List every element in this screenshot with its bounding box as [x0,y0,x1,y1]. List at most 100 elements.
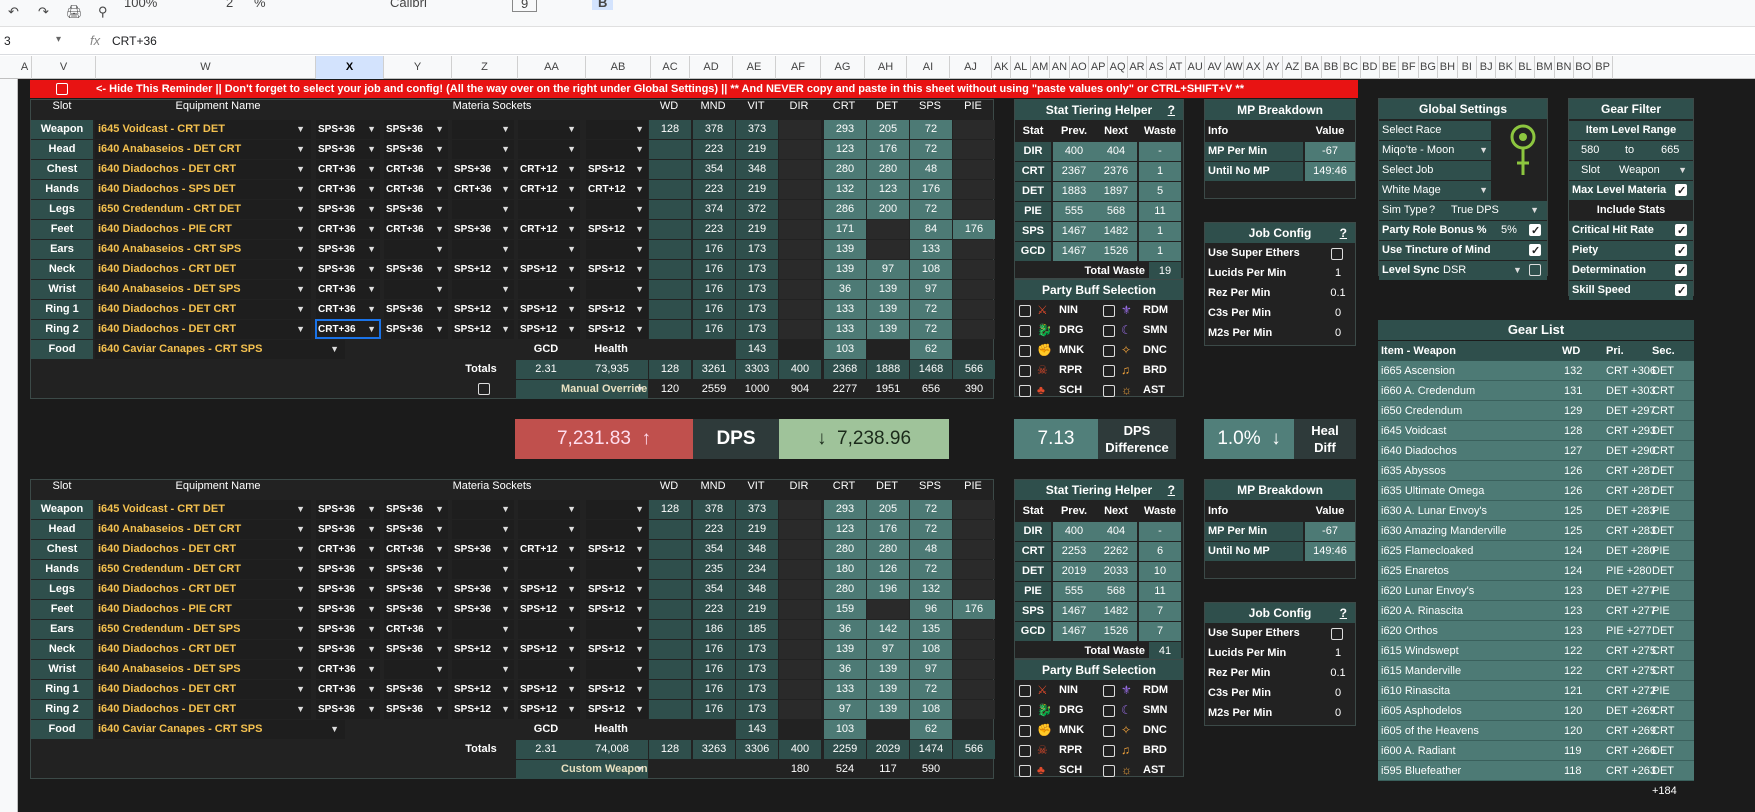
materia-select[interactable]: SPS+36 ▼ [316,120,380,139]
equipment-select[interactable]: i645 Voidcast - CRT DET ▼ [95,120,311,139]
materia-select[interactable]: ▼ [518,500,580,519]
column-header[interactable]: AV [1205,56,1225,79]
materia-select[interactable]: CRT+12 ▼ [518,180,580,199]
job-config-input[interactable]: 1 [1323,644,1353,663]
column-header[interactable]: BL [1516,56,1536,79]
gear-list-item[interactable]: i635 Abyssos126CRT +287DET +201 [1378,461,1694,497]
materia-select[interactable]: CRT+36 ▼ [384,620,448,639]
override-sps[interactable]: 590 [910,760,952,779]
materia-select[interactable]: SPS+36 ▼ [384,320,448,339]
zoom-select[interactable]: 100% [124,0,157,10]
gear-list-item[interactable]: i635 Ultimate Omega126CRT +287DET +201 [1378,481,1694,517]
materia-select[interactable]: ▼ [452,120,514,139]
materia-select[interactable]: SPS+36 ▼ [316,240,380,259]
column-header[interactable]: AR [1128,56,1148,79]
override-vit[interactable]: 1000 [736,380,778,399]
materia-select[interactable]: SPS+12 ▼ [586,540,648,559]
materia-select[interactable]: ▼ [586,560,648,579]
column-header[interactable]: AN [1050,56,1070,79]
equipment-select[interactable]: i640 Anabaseios - DET SPS ▼ [95,280,311,299]
materia-select[interactable]: SPS+12 ▼ [586,580,648,599]
materia-select[interactable]: SPS+12 ▼ [586,680,648,699]
column-header[interactable]: X [316,56,384,79]
materia-select[interactable]: SPS+12 ▼ [518,580,580,599]
materia-select[interactable]: SPS+36 ▼ [384,640,448,659]
buff-checkbox[interactable] [1103,685,1115,697]
help-icon[interactable]: ? [1168,480,1175,500]
materia-select[interactable]: SPS+36 ▼ [316,500,380,519]
materia-select[interactable]: ▼ [518,520,580,539]
include-stat-checkbox[interactable] [1675,242,1687,260]
column-header[interactable]: BN [1555,56,1574,79]
materia-select[interactable]: SPS+36 ▼ [316,700,380,719]
equipment-select[interactable]: i640 Anabaseios - DET SPS ▼ [95,660,311,679]
job-config-input[interactable]: 0.1 [1323,664,1353,683]
column-header[interactable]: AY [1264,56,1283,79]
materia-select[interactable]: ▼ [518,620,580,639]
materia-select[interactable]: SPS+36 ▼ [452,540,514,559]
job-select[interactable]: White Mage ▼ [1379,181,1491,200]
name-box[interactable]: 3 [4,34,11,48]
column-header[interactable]: AJ [950,56,992,79]
materia-select[interactable]: SPS+12 ▼ [518,700,580,719]
materia-select[interactable]: ▼ [384,240,448,259]
materia-select[interactable]: SPS+36 ▼ [384,700,448,719]
selected-cell[interactable] [315,319,381,339]
materia-select[interactable]: SPS+36 ▼ [316,140,380,159]
buff-checkbox[interactable] [1019,365,1031,377]
equipment-select[interactable]: i640 Diadochos - DET CRT ▼ [95,300,311,319]
equipment-select[interactable]: i645 Voidcast - CRT DET ▼ [95,500,311,519]
equipment-select[interactable]: i640 Anabaseios - DET CRT ▼ [95,520,311,539]
column-header[interactable]: BJ [1477,56,1497,79]
column-header[interactable]: AZ [1283,56,1303,79]
materia-select[interactable]: CRT+12 ▼ [518,220,580,239]
materia-select[interactable]: SPS+36 ▼ [316,520,380,539]
materia-select[interactable]: SPS+12 ▼ [586,300,648,319]
column-header[interactable]: AW [1225,56,1245,79]
materia-select[interactable]: SPS+36 ▼ [316,620,380,639]
slot-select[interactable]: Weapon [1619,161,1660,180]
materia-select[interactable]: ▼ [452,520,514,539]
override-wd[interactable]: 120 [649,380,691,399]
materia-select[interactable]: SPS+12 ▼ [586,640,648,659]
column-header[interactable]: AK [992,56,1012,79]
materia-select[interactable]: SPS+12 ▼ [452,680,514,699]
column-header[interactable]: AE [733,56,776,79]
currency-button[interactable]: 2 [226,0,233,10]
materia-select[interactable]: SPS+36 ▼ [384,580,448,599]
materia-select[interactable]: SPS+12 ▼ [586,700,648,719]
buff-checkbox[interactable] [1103,765,1115,777]
materia-select[interactable]: SPS+12 ▼ [518,640,580,659]
column-header[interactable]: V [32,56,96,79]
equipment-select[interactable]: i650 Credendum - CRT DET ▼ [95,200,311,219]
materia-select[interactable]: SPS+12 ▼ [586,220,648,239]
equipment-select[interactable]: i640 Diadochos - CRT DET ▼ [95,640,311,659]
equipment-select[interactable]: i640 Diadochos - CRT DET ▼ [95,580,311,599]
materia-select[interactable]: ▼ [452,200,514,219]
materia-select[interactable]: ▼ [518,240,580,259]
column-header[interactable]: AH [865,56,907,79]
materia-select[interactable]: ▼ [452,500,514,519]
include-stat-checkbox[interactable] [1675,222,1687,240]
materia-select[interactable]: SPS+36 ▼ [384,300,448,319]
materia-select[interactable]: CRT+36 ▼ [316,300,380,319]
equipment-select[interactable]: i640 Diadochos - PIE CRT ▼ [95,600,311,619]
buff-checkbox[interactable] [1019,705,1031,717]
equipment-select[interactable]: i650 Credendum - DET CRT ▼ [95,560,311,579]
equipment-select[interactable]: i640 Diadochos - DET CRT ▼ [95,160,311,179]
override-pie[interactable]: 390 [953,380,995,399]
bold-button[interactable]: B [592,0,614,10]
column-header[interactable]: AG [821,56,865,79]
materia-select[interactable]: SPS+36 ▼ [316,580,380,599]
buff-checkbox[interactable] [1103,705,1115,717]
override-sps[interactable]: 656 [910,380,952,399]
materia-select[interactable]: SPS+12 ▼ [452,300,514,319]
gear-list-item[interactable]: i620 Lunar Envoy's123DET +277PIE +194 [1378,581,1694,617]
materia-select[interactable]: SPS+36 ▼ [452,160,514,179]
sim-type-select[interactable]: True DPS [1451,201,1499,220]
materia-select[interactable]: ▼ [586,240,648,259]
materia-select[interactable]: ▼ [518,660,580,679]
manual-override-select[interactable]: Manual Override ▼ [516,380,648,399]
materia-select[interactable]: SPS+36 ▼ [452,580,514,599]
materia-select[interactable]: ▼ [452,140,514,159]
